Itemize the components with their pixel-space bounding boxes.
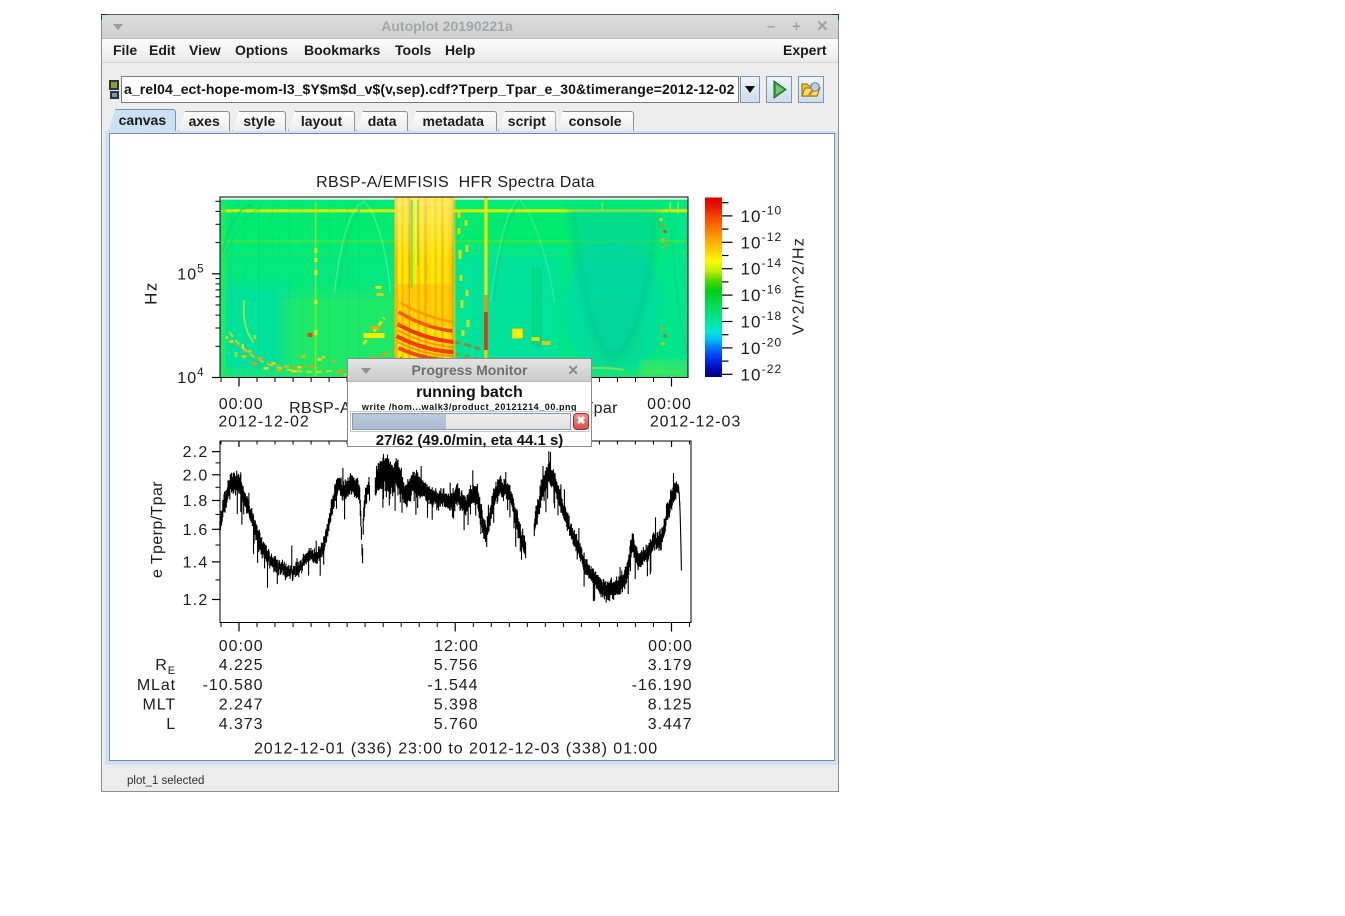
svg-text:-10.580: -10.580 <box>202 677 263 694</box>
svg-text:2.2: 2.2 <box>182 444 208 461</box>
svg-text:5.398: 5.398 <box>433 697 478 714</box>
svg-text:2.247: 2.247 <box>218 697 263 714</box>
svg-text:2012-12-03: 2012-12-03 <box>649 414 740 431</box>
svg-text:-16.190: -16.190 <box>631 677 692 694</box>
svg-text:MLT: MLT <box>142 697 176 714</box>
svg-text:2012-12-01 (336) 23:00 to 2012: 2012-12-01 (336) 23:00 to 2012-12-03 (33… <box>253 741 657 758</box>
svg-text:10-18: 10-18 <box>740 309 782 332</box>
svg-text:105: 105 <box>177 264 204 284</box>
svg-text:3.179: 3.179 <box>647 657 692 674</box>
svg-text:8.125: 8.125 <box>647 697 692 714</box>
svg-text:-1.544: -1.544 <box>427 677 478 694</box>
svg-text:00:00: 00:00 <box>647 396 692 413</box>
svg-text:V^2/m^2/Hz: V^2/m^2/Hz <box>790 237 807 335</box>
svg-text:00:00: 00:00 <box>218 638 263 655</box>
svg-text:10-20: 10-20 <box>740 335 782 358</box>
svg-text:L: L <box>166 716 176 733</box>
svg-text:1.4: 1.4 <box>182 554 208 571</box>
svg-text:e Tperp/Tpar: e Tperp/Tpar <box>149 481 166 578</box>
svg-text:1.6: 1.6 <box>182 522 208 539</box>
svg-text:1.8: 1.8 <box>182 493 208 510</box>
svg-text:2.0: 2.0 <box>182 467 208 484</box>
svg-text:10-12: 10-12 <box>740 230 782 253</box>
svg-text:1.2: 1.2 <box>182 592 208 609</box>
svg-text:RBSP-A/EMFISIS HFR Spectra Da: RBSP-A/EMFISIS HFR Spectra Data <box>316 174 595 191</box>
svg-text:4.225: 4.225 <box>218 657 263 674</box>
svg-text:10-14: 10-14 <box>740 256 782 279</box>
svg-text:MLat: MLat <box>136 677 175 694</box>
svg-text:10-16: 10-16 <box>740 283 782 306</box>
svg-text:Hz: Hz <box>141 281 160 305</box>
svg-text:00:00: 00:00 <box>648 638 693 655</box>
svg-text:10-22: 10-22 <box>740 362 782 385</box>
svg-text:12:00: 12:00 <box>434 638 479 655</box>
svg-text:5.760: 5.760 <box>433 716 478 733</box>
svg-text:00:00: 00:00 <box>218 396 263 413</box>
svg-text:5.756: 5.756 <box>433 657 478 674</box>
svg-text:4.373: 4.373 <box>218 716 263 733</box>
svg-text:10-10: 10-10 <box>740 203 782 226</box>
svg-text:3.447: 3.447 <box>647 716 692 733</box>
svg-text:RE: RE <box>155 657 176 677</box>
svg-text:104: 104 <box>177 367 204 387</box>
